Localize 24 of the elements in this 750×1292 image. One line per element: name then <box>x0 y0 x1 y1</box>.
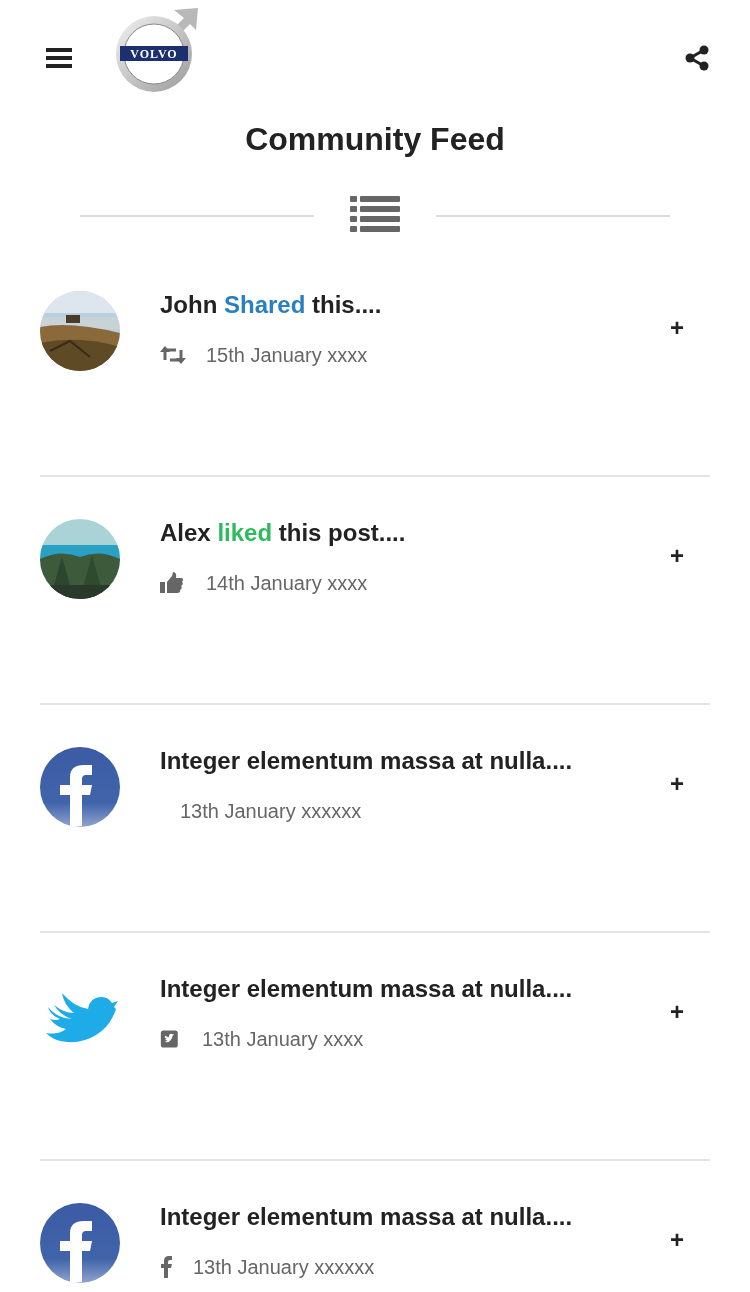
menu-icon[interactable] <box>46 46 72 69</box>
facebook-icon <box>160 1256 173 1278</box>
list-icon <box>350 195 400 235</box>
post-date: 13th January xxxxxx <box>180 799 362 824</box>
post-title: John Shared this.... <box>160 290 383 320</box>
thumbs-up-icon <box>160 572 186 594</box>
post-date: 13th January xxxxxx <box>193 1255 375 1280</box>
facebook-icon <box>40 1203 120 1283</box>
post-date: 15th January xxxx <box>206 343 368 368</box>
post-title: Integer elementum massa at nulla.... <box>160 746 574 776</box>
expand-button[interactable]: + <box>658 541 696 571</box>
page-title: Community Feed <box>244 120 506 159</box>
facebook-icon <box>40 747 120 827</box>
post-date: 14th January xxxx <box>206 571 368 596</box>
share-icon[interactable] <box>684 44 710 71</box>
post-title: Integer elementum massa at nulla.... <box>160 1202 574 1232</box>
post-date: 13th January xxxx <box>202 1027 364 1052</box>
expand-button[interactable]: + <box>658 1225 696 1255</box>
expand-button[interactable]: + <box>658 313 696 343</box>
post-title: Alex liked this post.... <box>160 518 407 548</box>
expand-button[interactable]: + <box>658 997 696 1027</box>
post-title: Integer elementum massa at nulla.... <box>160 974 574 1004</box>
expand-button[interactable]: + <box>658 769 696 799</box>
retweet-icon <box>160 344 186 366</box>
